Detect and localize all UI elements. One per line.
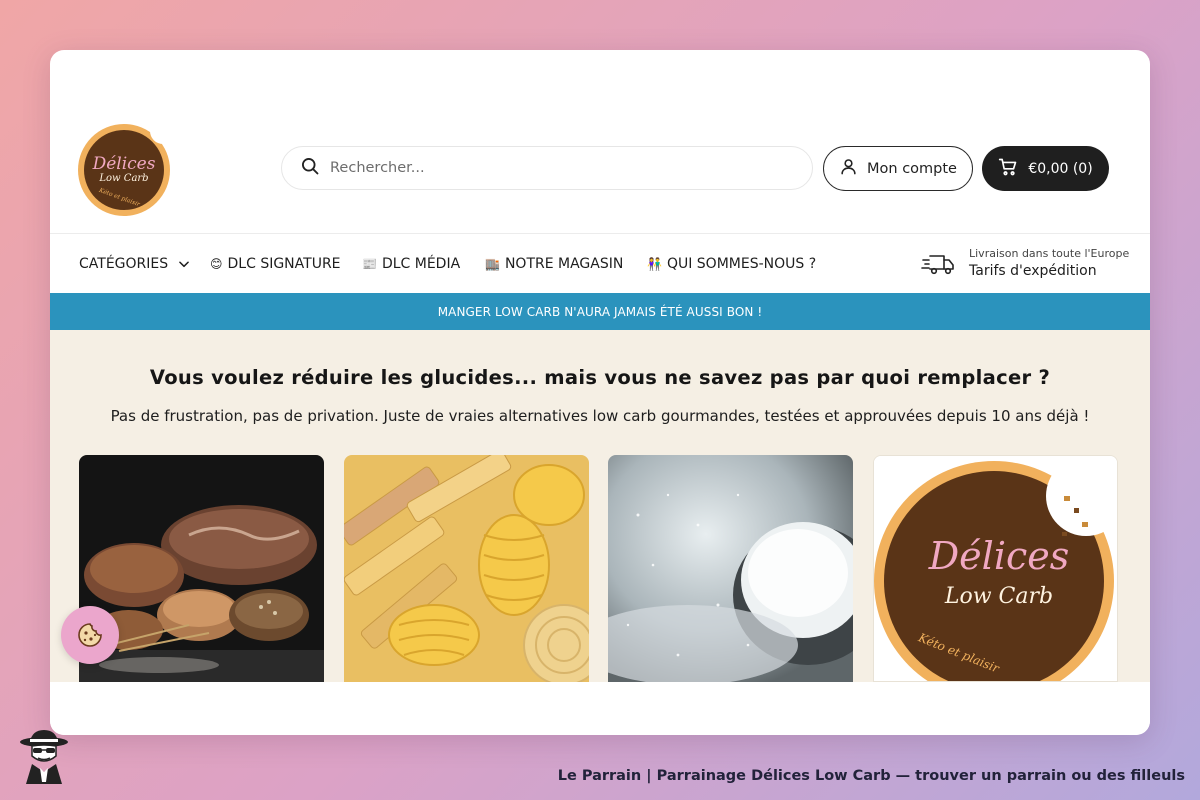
store-emoji-icon: 🏬 <box>485 257 500 271</box>
category-card-brand[interactable]: Délices Low Carb Kéto et plaisir <box>873 455 1118 682</box>
shipping-info[interactable]: Livraison dans toute l'Europe Tarifs d'e… <box>921 244 1129 284</box>
cookie-settings-button[interactable] <box>61 606 119 664</box>
browser-window: Délices Low Carb Kéto et plaisir Mon com… <box>50 50 1150 735</box>
nav-item-dlc-signature[interactable]: 😊 DLC SIGNATURE <box>210 234 341 294</box>
spy-mascot-icon <box>20 730 68 784</box>
smile-emoji-icon: 😊 <box>210 257 223 271</box>
nav-item-notre-magasin[interactable]: 🏬 NOTRE MAGASIN <box>485 234 623 294</box>
content-bottom-area <box>50 682 1150 735</box>
shipping-link[interactable]: Tarifs d'expédition <box>969 261 1129 281</box>
delivery-truck-icon <box>921 255 954 275</box>
site-logo[interactable]: Délices Low Carb Kéto et plaisir <box>78 118 176 216</box>
search-bar[interactable] <box>281 146 813 190</box>
nav-item-label: NOTRE MAGASIN <box>504 256 624 272</box>
user-icon <box>839 157 858 180</box>
hero-title: Vous voulez réduire les glucides... mais… <box>149 366 1051 389</box>
shipping-text: Livraison dans toute l'Europe Tarifs d'e… <box>969 247 1129 281</box>
nav-item-dlc-media[interactable]: 📰 DLC MÉDIA <box>362 234 460 294</box>
category-card-sugar[interactable] <box>608 455 853 682</box>
logo-bite-mark <box>150 118 176 144</box>
logo-tagline: Kéto et plaisir <box>98 186 141 209</box>
nav-item-categories[interactable]: CATÉGORIES <box>79 234 191 294</box>
announcement-bar: MANGER LOW CARB N'AURA JAMAIS ÉTÉ AUSSI … <box>50 293 1150 330</box>
nav-item-label: DLC SIGNATURE <box>227 256 341 272</box>
logo-title: Délices <box>92 154 156 174</box>
cart-total: €0,00 (0) <box>1028 160 1093 177</box>
shipping-subtitle: Livraison dans toute l'Europe <box>969 247 1130 260</box>
logo-badge: Délices Low Carb Kéto et plaisir <box>84 130 164 210</box>
search-icon[interactable] <box>300 156 320 180</box>
cookie-icon <box>78 623 102 647</box>
cart-button[interactable]: €0,00 (0) <box>982 146 1109 191</box>
couple-emoji-icon: 👫 <box>647 257 662 271</box>
search-input[interactable] <box>330 148 790 188</box>
logo-subtitle: Low Carb <box>99 173 149 184</box>
nav-item-label: DLC MÉDIA <box>381 256 461 272</box>
newspaper-emoji-icon: 📰 <box>362 257 377 271</box>
cart-icon <box>998 157 1018 181</box>
hero-section: Vous voulez réduire les glucides... mais… <box>50 330 1150 682</box>
announcement-text: MANGER LOW CARB N'AURA JAMAIS ÉTÉ AUSSI … <box>437 304 763 319</box>
nav-item-qui-sommes-nous[interactable]: 👫 QUI SOMMES-NOUS ? <box>647 234 816 294</box>
hero-subtitle: Pas de frustration, pas de privation. Ju… <box>110 407 1090 425</box>
nav-item-label: CATÉGORIES <box>79 256 169 272</box>
brand-logo-subtitle: Low Carb <box>944 584 1054 609</box>
sugar-image <box>608 455 853 682</box>
site-header: Délices Low Carb Kéto et plaisir Mon com… <box>50 50 1150 233</box>
chevron-down-icon <box>179 261 189 268</box>
category-card-pasta[interactable] <box>344 455 589 682</box>
account-button[interactable]: Mon compte <box>823 146 973 191</box>
pasta-image <box>344 455 589 682</box>
brand-logo-title: Délices <box>928 534 1070 578</box>
nav-item-label: QUI SOMMES-NOUS ? <box>666 256 817 272</box>
main-navigation: CATÉGORIES 😊 DLC SIGNATURE 📰 DLC MÉDIA 🏬… <box>50 233 1150 293</box>
account-label: Mon compte <box>867 160 957 177</box>
page-caption: Le Parrain | Parrainage Délices Low Carb… <box>557 768 1185 784</box>
